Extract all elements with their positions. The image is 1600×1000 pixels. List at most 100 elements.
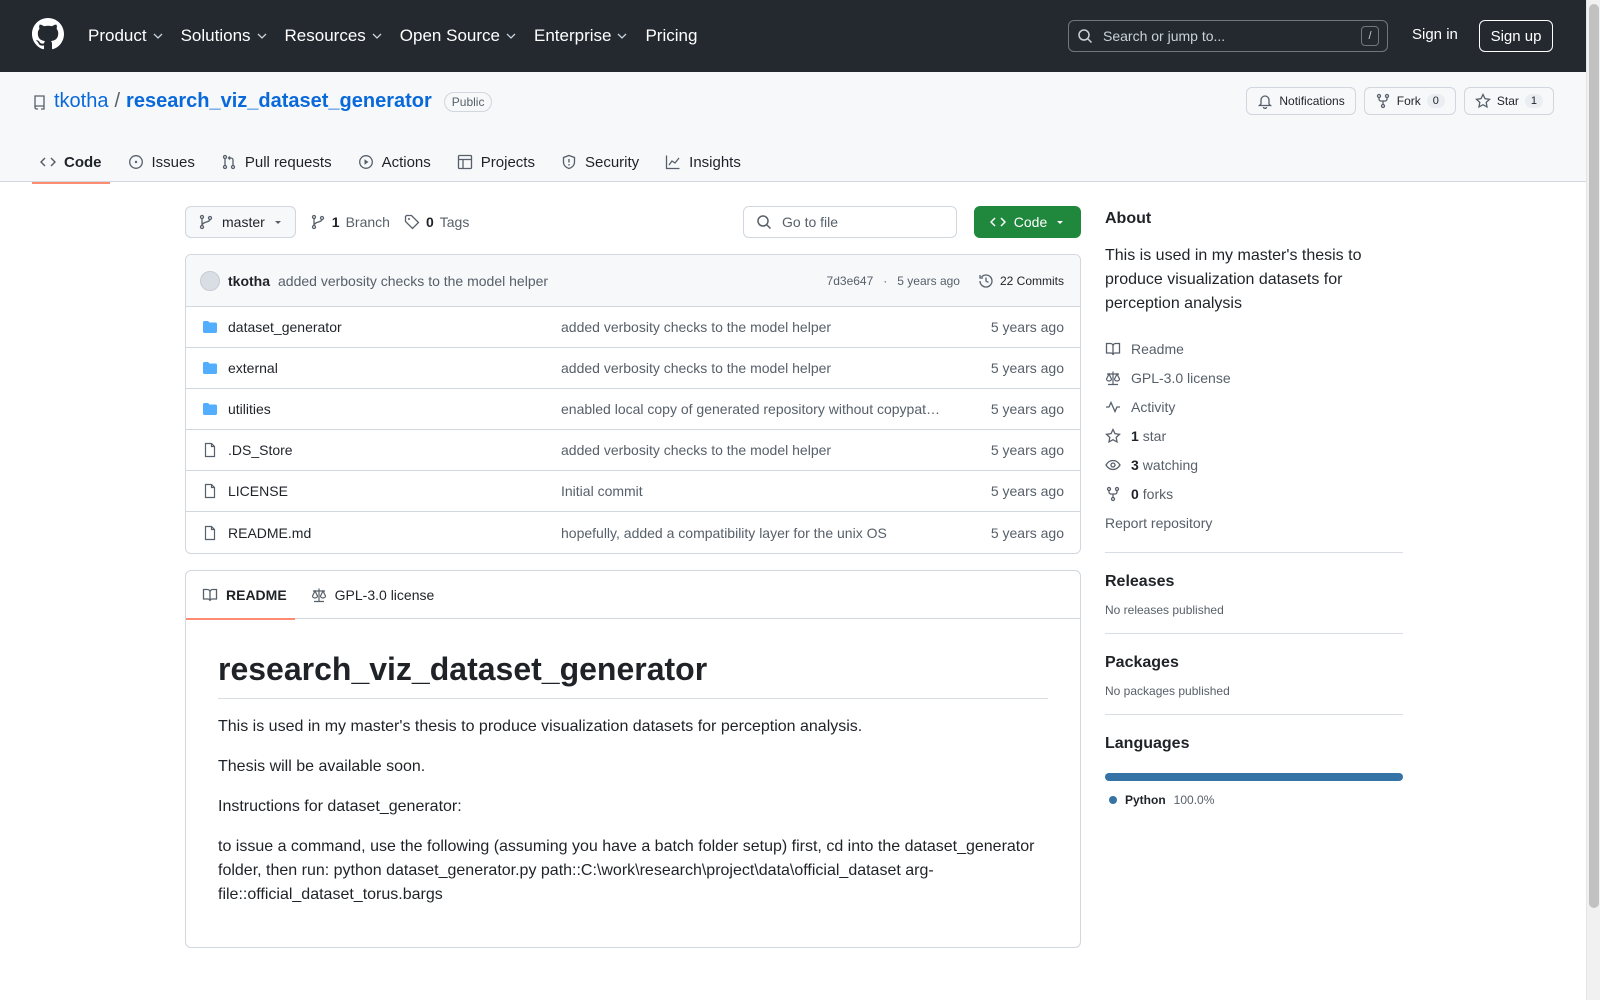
repo-actions: Notifications Fork 0 Star 1 <box>1246 87 1554 115</box>
scrollbar-thumb[interactable] <box>1589 4 1599 908</box>
branch-selector[interactable]: master <box>185 206 296 238</box>
tab-code[interactable]: Code <box>32 142 110 184</box>
watchers-link[interactable]: 3 watching <box>1105 450 1403 479</box>
file-name-link[interactable]: utilities <box>228 401 561 417</box>
repo-name-link[interactable]: research_viz_dataset_generator <box>126 90 432 113</box>
table-row[interactable]: utilities enabled local copy of generated… <box>186 389 1080 430</box>
packages-heading[interactable]: Packages <box>1105 654 1403 672</box>
forks-link[interactable]: 0 forks <box>1105 479 1403 508</box>
code-icon <box>40 157 56 167</box>
chevron-down-icon <box>257 33 266 39</box>
nav-open-source-label: Open Source <box>399 26 500 45</box>
tab-actions-label: Actions <box>381 153 431 171</box>
code-button-label: Code <box>1013 214 1048 230</box>
commit-message[interactable]: added verbosity checks to the model help… <box>278 273 548 289</box>
file-commit-age: 5 years ago <box>990 442 1064 458</box>
sign-up-button[interactable]: Sign up <box>1479 20 1553 52</box>
nav-enterprise[interactable]: Enterprise <box>534 26 627 46</box>
graph-icon <box>666 155 680 170</box>
stars-link[interactable]: 1 star <box>1105 421 1403 450</box>
branch-icon <box>199 214 213 230</box>
file-commit-age: 5 years ago <box>990 319 1064 335</box>
nav-product[interactable]: Product <box>88 26 163 46</box>
bell-icon <box>1258 95 1273 109</box>
nav-solutions-label: Solutions <box>180 26 251 45</box>
branch-count: 1 <box>331 214 340 230</box>
tab-insights[interactable]: Insights <box>657 142 749 182</box>
go-to-file-input[interactable]: Go to file <box>743 206 957 238</box>
fork-button[interactable]: Fork 0 <box>1363 87 1456 115</box>
language-python[interactable]: Python 100.0% <box>1105 793 1403 807</box>
latest-commit-bar: tkotha added verbosity checks to the mod… <box>186 255 1080 307</box>
repo-tabs: Code Issues Pull requests Actions Projec… <box>32 142 759 184</box>
page-scrollbar[interactable] <box>1586 0 1600 1000</box>
nav-solutions[interactable]: Solutions <box>181 26 267 46</box>
file-name-link[interactable]: external <box>228 360 561 376</box>
tags-link[interactable]: 0 Tags <box>404 214 469 230</box>
file-commit-message[interactable]: Initial commit <box>561 483 941 499</box>
repo-icon <box>34 94 45 110</box>
global-search-input[interactable]: Search or jump to... / <box>1068 20 1388 52</box>
notifications-button[interactable]: Notifications <box>1246 87 1356 115</box>
nav-resources[interactable]: Resources <box>285 26 382 46</box>
readme-tab[interactable]: README <box>186 571 295 620</box>
license-link[interactable]: GPL-3.0 license <box>1105 363 1403 392</box>
search-shortcut-key: / <box>1361 26 1379 46</box>
table-row[interactable]: LICENSE Initial commit 5 years ago <box>186 471 1080 512</box>
readme-link-label: Readme <box>1131 340 1184 357</box>
history-icon <box>979 274 993 288</box>
tab-issues[interactable]: Issues <box>120 142 203 182</box>
branches-link[interactable]: 1 Branch <box>310 214 390 230</box>
file-name-link[interactable]: README.md <box>228 525 561 541</box>
forks-label: forks <box>1142 485 1174 502</box>
language-name: Python <box>1125 793 1166 807</box>
avatar[interactable] <box>200 270 220 291</box>
file-commit-message[interactable]: enabled local copy of generated reposito… <box>561 401 941 417</box>
go-to-file-placeholder: Go to file <box>782 214 839 230</box>
file-commit-message[interactable]: hopefully, added a compatibility layer f… <box>561 525 941 541</box>
file-commit-message[interactable]: added verbosity checks to the model help… <box>561 360 941 376</box>
nav-open-source[interactable]: Open Source <box>400 26 516 46</box>
file-commit-message[interactable]: added verbosity checks to the model help… <box>561 319 941 335</box>
table-row[interactable]: .DS_Store added verbosity checks to the m… <box>186 430 1080 471</box>
github-logo-icon[interactable] <box>32 18 64 50</box>
commits-link[interactable]: 22 Commits <box>978 273 1064 289</box>
code-download-button[interactable]: Code <box>974 206 1081 238</box>
file-name-link[interactable]: LICENSE <box>228 483 561 499</box>
table-row[interactable]: README.md hopefully, added a compatibilit… <box>186 512 1080 553</box>
languages-heading: Languages <box>1105 735 1190 752</box>
language-color-dot <box>1109 796 1117 804</box>
file-name-link[interactable]: .DS_Store <box>228 442 561 458</box>
pull-request-icon <box>222 154 236 170</box>
nav-pricing[interactable]: Pricing <box>645 26 697 46</box>
report-repository-link[interactable]: Report repository <box>1105 510 1403 536</box>
search-icon <box>1078 29 1093 44</box>
notifications-label: Notifications <box>1279 94 1345 108</box>
table-row[interactable]: dataset_generator added verbosity checks … <box>186 307 1080 348</box>
visibility-badge: Public <box>443 91 493 112</box>
top-nav: Product Solutions Resources Open Source … <box>88 0 697 72</box>
tab-security[interactable]: Security <box>553 142 647 182</box>
branch-icon <box>311 214 324 230</box>
tab-pull-requests-label: Pull requests <box>244 153 332 171</box>
license-tab[interactable]: GPL-3.0 license <box>311 571 434 619</box>
table-icon <box>457 154 472 170</box>
commit-author[interactable]: tkotha <box>228 273 270 289</box>
star-button[interactable]: Star 1 <box>1463 87 1554 115</box>
tab-actions[interactable]: Actions <box>350 142 439 182</box>
readme-link[interactable]: Readme <box>1105 334 1403 363</box>
releases-heading[interactable]: Releases <box>1105 573 1403 591</box>
readme-title: research_viz_dataset_generator <box>218 651 1048 699</box>
nav-product-label: Product <box>88 26 147 45</box>
tab-pull-requests[interactable]: Pull requests <box>213 142 340 182</box>
commit-age: 5 years ago <box>897 274 960 288</box>
sign-in-link[interactable]: Sign in <box>1412 26 1458 43</box>
file-commit-message[interactable]: added verbosity checks to the model help… <box>561 442 941 458</box>
file-name-link[interactable]: dataset_generator <box>228 319 561 335</box>
activity-link[interactable]: Activity <box>1105 392 1403 421</box>
file-commit-age: 5 years ago <box>990 524 1064 541</box>
commit-hash[interactable]: 7d3e647 <box>827 274 874 288</box>
repo-owner-link[interactable]: tkotha <box>54 90 108 113</box>
table-row[interactable]: external added verbosity checks to the mo… <box>186 348 1080 389</box>
tab-projects[interactable]: Projects <box>449 142 543 182</box>
